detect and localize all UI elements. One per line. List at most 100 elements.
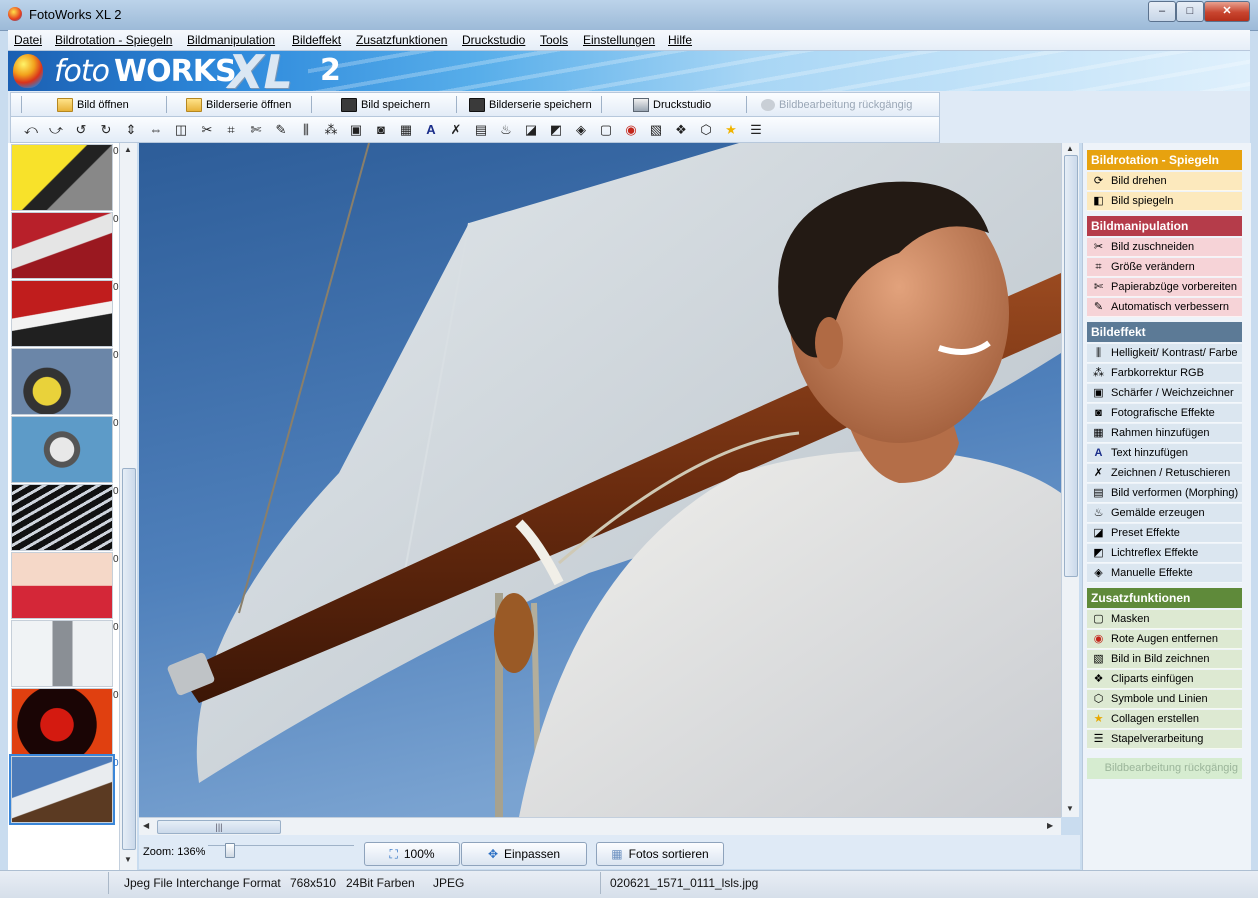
red-eye-icon[interactable]: ◉ (623, 122, 639, 138)
panel-item[interactable]: ❖ Cliparts einfügen (1087, 670, 1242, 689)
scroll-up-arrow-icon[interactable]: ▲ (1066, 144, 1074, 153)
scroll-left-arrow-icon[interactable]: ◀ (143, 821, 149, 830)
thumbnail-scrollbar[interactable]: ▲ ▼ (119, 143, 137, 870)
panel-item[interactable]: ★ Collagen erstellen (1087, 710, 1242, 729)
panel-item[interactable]: ✗ Zeichnen / Retuschieren (1087, 464, 1242, 483)
panel-item[interactable]: ▢ Masken (1087, 610, 1242, 629)
canvas-vertical-scrollbar[interactable]: ▲ ▼ (1061, 143, 1079, 817)
rotate-ccw-icon[interactable]: ↺ (73, 122, 89, 138)
fit-button[interactable]: ✥ Einpassen (461, 842, 587, 866)
text-icon[interactable]: A (423, 122, 439, 138)
flip-horizontal-icon[interactable]: ⇔ (148, 122, 164, 138)
draw-icon[interactable]: ✗ (448, 122, 464, 138)
zoom-100-button[interactable]: ⛶ 100% (364, 842, 460, 866)
section-header[interactable]: Bildrotation - Spiegeln (1087, 150, 1242, 170)
panel-item[interactable]: ◈ Manuelle Effekte (1087, 564, 1242, 583)
scissors-icon[interactable]: ✂ (199, 122, 215, 138)
section-header[interactable]: Bildmanipulation (1087, 216, 1242, 236)
thumbnail-headlight[interactable] (11, 416, 113, 483)
image-canvas[interactable] (139, 143, 1061, 817)
thumbnail-red-interior[interactable] (11, 212, 113, 279)
scroll-down-arrow-icon[interactable]: ▼ (124, 855, 132, 864)
picture-in-picture-icon[interactable]: ▧ (648, 122, 664, 138)
panel-item[interactable]: ▣ Schärfer / Weichzeichner (1087, 384, 1242, 403)
panel-undo-button[interactable]: Bildbearbeitung rückgängig (1087, 758, 1242, 779)
menu-einstellungen[interactable]: Einstellungen (583, 33, 655, 47)
menu-bildmanipulation[interactable]: Bildmanipulation (187, 33, 275, 47)
rgb-icon[interactable]: ⁂ (323, 122, 339, 138)
crop-icon[interactable]: ⌗ (223, 122, 239, 138)
manual-effects-icon[interactable]: ◈ (573, 122, 589, 138)
camera-icon[interactable]: ◙ (373, 122, 389, 138)
sort-photos-button[interactable]: ▦ Fotos sortieren (596, 842, 724, 866)
thumbnail-red-heart[interactable] (11, 688, 113, 755)
menu-zusatzfunktionen[interactable]: Zusatzfunktionen (356, 33, 447, 47)
thumbnail-yellow-car[interactable] (11, 144, 113, 211)
magic-wand-icon[interactable]: ✎ (273, 122, 289, 138)
star-icon[interactable]: ★ (723, 122, 739, 138)
panel-item[interactable]: ⫼ Helligkeit/ Kontrast/ Farbe (1087, 344, 1242, 363)
minimize-button[interactable]: ‒ (1148, 1, 1176, 22)
panel-item[interactable]: ☰ Stapelverarbeitung (1087, 730, 1242, 749)
clipart-icon[interactable]: ❖ (673, 122, 689, 138)
panel-item[interactable]: ✄ Papierabzüge vorbereiten (1087, 278, 1242, 297)
thumbnail-red-car[interactable] (11, 280, 113, 347)
panel-item[interactable]: ⌗ Größe verändern (1087, 258, 1242, 277)
levels-icon[interactable]: ⫼ (298, 122, 314, 138)
menu-druckstudio[interactable]: Druckstudio (462, 33, 525, 47)
zoom-slider-knob[interactable] (224, 843, 235, 858)
menu-bildrotation[interactable]: Bildrotation - Spiegeln (55, 33, 172, 47)
panel-item[interactable]: ⬡ Symbole und Linien (1087, 690, 1242, 709)
menu-tools[interactable]: Tools (540, 33, 568, 47)
section-header[interactable]: Zusatzfunktionen (1087, 588, 1242, 608)
thumbnail-tire[interactable] (11, 484, 113, 551)
rotate-right-icon[interactable]: ⤻ (48, 122, 64, 138)
menu-datei[interactable]: Datei (14, 33, 42, 47)
panel-item[interactable]: ⟳ Bild drehen (1087, 172, 1242, 191)
scroll-down-arrow-icon[interactable]: ▼ (1066, 804, 1074, 813)
scroll-thumb[interactable]: ||| (157, 820, 281, 834)
thumbnail-woman-roses[interactable] (11, 552, 113, 619)
rotate-cw-icon[interactable]: ↻ (98, 122, 114, 138)
rotate-left-icon[interactable]: ⤺ (23, 122, 39, 138)
frame-icon[interactable]: ▦ (398, 122, 414, 138)
panel-item[interactable]: ⁂ Farbkorrektur RGB (1087, 364, 1242, 383)
panel-item[interactable]: ◉ Rote Augen entfernen (1087, 630, 1242, 649)
batch-icon[interactable]: ☰ (748, 122, 764, 138)
panel-item[interactable]: ✂ Bild zuschneiden (1087, 238, 1242, 257)
mirror-icon[interactable]: ◫ (173, 122, 189, 138)
panel-item[interactable]: ▦ Rahmen hinzufügen (1087, 424, 1242, 443)
scroll-right-arrow-icon[interactable]: ▶ (1047, 821, 1053, 830)
scroll-thumb[interactable] (122, 468, 136, 850)
menu-bildeffekt[interactable]: Bildeffekt (292, 33, 341, 47)
sharpen-icon[interactable]: ▣ (348, 122, 364, 138)
thumbnail-woman-glasses[interactable] (11, 620, 113, 687)
save-series-button[interactable]: Bilderserie speichern (469, 96, 592, 113)
open-image-button[interactable]: Bild öffnen (57, 96, 129, 113)
mask-icon[interactable]: ▢ (598, 122, 614, 138)
panel-item[interactable]: A Text hinzufügen (1087, 444, 1242, 463)
preset-icon[interactable]: ◪ (523, 122, 539, 138)
thumbnail-wheel[interactable] (11, 348, 113, 415)
morph-icon[interactable]: ▤ (473, 122, 489, 138)
panel-item[interactable]: ♨ Gemälde erzeugen (1087, 504, 1242, 523)
flip-vertical-icon[interactable]: ⇕ (123, 122, 139, 138)
lens-flare-icon[interactable]: ◩ (548, 122, 564, 138)
panel-item[interactable]: ▧ Bild in Bild zeichnen (1087, 650, 1242, 669)
brush-icon[interactable]: ♨ (498, 122, 514, 138)
thumbnail-sailor-selected[interactable] (9, 754, 115, 825)
section-header[interactable]: Bildeffekt (1087, 322, 1242, 342)
menu-hilfe[interactable]: Hilfe (668, 33, 692, 47)
maximize-button[interactable]: □ (1176, 1, 1204, 22)
panel-item[interactable]: ◙ Fotografische Effekte (1087, 404, 1242, 423)
panel-item[interactable]: ◩ Lichtreflex Effekte (1087, 544, 1242, 563)
cut-icon[interactable]: ✄ (248, 122, 264, 138)
undo-button[interactable]: Bildbearbeitung rückgängig (761, 96, 912, 113)
panel-item[interactable]: ◪ Preset Effekte (1087, 524, 1242, 543)
panel-item[interactable]: ▤ Bild verformen (Morphing) (1087, 484, 1242, 503)
save-image-button[interactable]: Bild speichern (341, 96, 430, 113)
scroll-up-arrow-icon[interactable]: ▲ (124, 145, 132, 154)
close-button[interactable]: ✕ (1204, 1, 1250, 22)
scroll-thumb[interactable] (1064, 155, 1078, 577)
panel-item[interactable]: ◧ Bild spiegeln (1087, 192, 1242, 211)
